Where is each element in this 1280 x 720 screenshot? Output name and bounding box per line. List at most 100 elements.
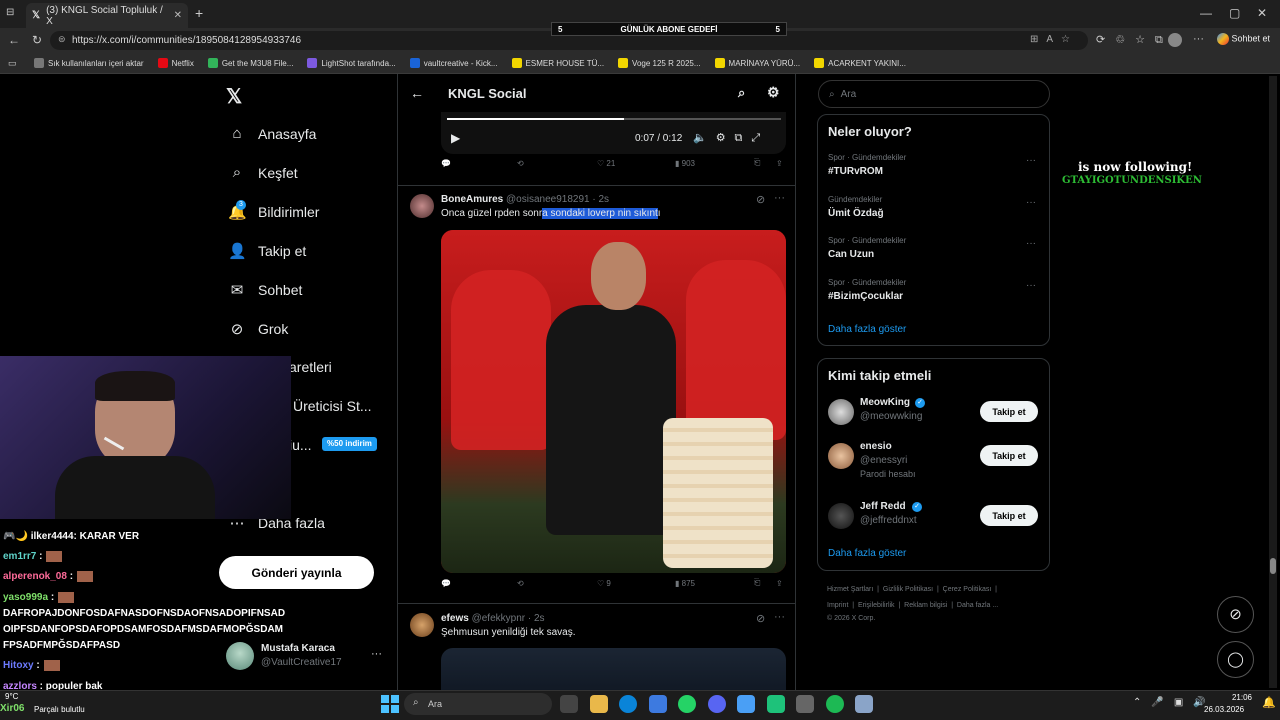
- maximize-icon[interactable]: ▢: [1229, 6, 1240, 20]
- footer-links[interactable]: Imprint | Erişilebilirlik | Reklam bilgi…: [827, 602, 998, 609]
- share-icon[interactable]: ⇪: [776, 579, 783, 588]
- site-info-icon[interactable]: ⊜: [58, 34, 66, 45]
- avatar[interactable]: [828, 399, 854, 425]
- post-item[interactable]: efews @efekkypnr · 2s ⊘ ··· Şehmusun yen…: [398, 604, 795, 699]
- notification-bell-icon[interactable]: 🔔: [1262, 696, 1276, 709]
- suggested-user-handle[interactable]: @meowwking: [860, 411, 922, 422]
- steam-icon[interactable]: [796, 695, 814, 713]
- browser-tab[interactable]: 𝕏 (3) KNGL Social Topluluk / X ✕: [26, 3, 188, 28]
- edge-icon[interactable]: [619, 695, 637, 713]
- trend-item[interactable]: Can Uzun: [828, 249, 874, 260]
- discord-icon[interactable]: [707, 695, 726, 713]
- more-icon[interactable]: ···: [1026, 155, 1036, 166]
- new-tab-icon[interactable]: +: [195, 5, 203, 21]
- sidebar-item-8[interactable]: iu...: [289, 437, 312, 453]
- bookmark-item[interactable]: LightShot tarafında...: [307, 58, 396, 68]
- search-icon[interactable]: ⌕: [738, 85, 745, 101]
- avatar[interactable]: [828, 443, 854, 469]
- scrollbar-thumb[interactable]: [1270, 558, 1276, 574]
- messages-float-icon[interactable]: ◯: [1217, 641, 1254, 678]
- tab-actions-icon[interactable]: ⊟: [6, 7, 14, 18]
- clock-date[interactable]: 26.03.2026: [1204, 705, 1244, 714]
- more-icon[interactable]: ···: [1026, 197, 1036, 208]
- reply-icon[interactable]: 💬: [441, 159, 451, 168]
- bookmark-item[interactable]: Sık kullanılanları içeri aktar: [34, 58, 144, 68]
- views-icon[interactable]: ▮ 903: [675, 159, 695, 168]
- taskbar-search[interactable]: ⌕ Ara: [404, 693, 552, 715]
- like-icon[interactable]: ♡ 9: [597, 579, 611, 588]
- mail-icon[interactable]: [648, 695, 667, 713]
- weather-temp[interactable]: 9°C: [5, 692, 18, 701]
- bookmark-item[interactable]: ACARKENT YAKINI...: [814, 58, 906, 68]
- post-author[interactable]: efews: [441, 613, 469, 624]
- repost-icon[interactable]: ⟲: [517, 579, 524, 588]
- sidebar-item-7[interactable]: Üreticisi St...: [293, 398, 372, 414]
- follow-button[interactable]: Takip et: [980, 445, 1038, 466]
- scrollbar[interactable]: [1269, 76, 1277, 688]
- refresh-icon[interactable]: ↻: [32, 33, 42, 47]
- follow-button[interactable]: Takip et: [980, 401, 1038, 422]
- sidebar-item-0[interactable]: ⌂ Anasayfa: [228, 125, 316, 143]
- file-explorer-icon[interactable]: [589, 695, 608, 713]
- avatar[interactable]: [410, 194, 434, 218]
- clock-time[interactable]: 21:06: [1218, 693, 1252, 702]
- suggested-user-name[interactable]: enesio: [860, 441, 892, 452]
- suggested-user-name[interactable]: Jeff Redd: [860, 501, 906, 512]
- trend-item[interactable]: Ümit Özdağ: [828, 208, 884, 219]
- bookmark-item[interactable]: Voge 125 R 2025...: [618, 58, 701, 68]
- post-image[interactable]: [441, 230, 786, 573]
- address-actions-icon[interactable]: ⊞A☆: [1030, 34, 1078, 45]
- post-handle[interactable]: @osisanee918291: [506, 194, 590, 205]
- trend-item[interactable]: #TURvROM: [828, 166, 883, 177]
- gear-icon[interactable]: ⚙: [767, 84, 780, 101]
- more-menu-icon[interactable]: ···: [1193, 33, 1204, 45]
- video-progress-track[interactable]: [447, 118, 781, 120]
- reply-icon[interactable]: 💬: [441, 579, 451, 588]
- grok-icon[interactable]: ⊘: [756, 193, 765, 206]
- x-logo-icon[interactable]: 𝕏: [226, 84, 242, 109]
- avatar[interactable]: [410, 613, 434, 637]
- share-icon[interactable]: ⇪: [776, 159, 783, 168]
- more-icon[interactable]: ···: [371, 648, 382, 660]
- close-tab-icon[interactable]: ✕: [174, 10, 182, 21]
- sidebar-item-1[interactable]: ⌕ Keşfet: [228, 164, 298, 182]
- back-icon[interactable]: ←: [8, 33, 20, 47]
- minimize-icon[interactable]: —: [1200, 6, 1212, 20]
- bookmark-item[interactable]: MARİNAYA YÜRÜ...: [714, 58, 800, 68]
- start-icon[interactable]: [381, 695, 399, 713]
- bookmark-item[interactable]: ESMER HOUSE TÜ...: [511, 58, 604, 68]
- back-arrow-icon[interactable]: ←: [410, 85, 424, 101]
- app-icon[interactable]: [766, 695, 785, 713]
- spotify-icon[interactable]: [825, 695, 844, 713]
- views-icon[interactable]: ▮ 875: [675, 579, 695, 588]
- like-icon[interactable]: ♡ 21: [597, 159, 615, 168]
- reading-list-icon[interactable]: ▭: [8, 58, 17, 69]
- post-author[interactable]: BoneAmures: [441, 194, 503, 205]
- trends-show-more[interactable]: Daha fazla göster: [828, 324, 906, 335]
- post-handle[interactable]: @efekkypnr: [472, 613, 526, 624]
- vpn-icon[interactable]: [737, 695, 755, 713]
- bookmark-item[interactable]: vaultcreative - Kick...: [409, 58, 498, 68]
- suggested-user-handle[interactable]: @jeffreddnxt: [860, 515, 917, 526]
- follow-button[interactable]: Takip et: [980, 505, 1038, 526]
- weather-desc[interactable]: Parçalı bulutlu: [34, 705, 85, 714]
- extension-icons[interactable]: ⟳♲☆⧉: [1096, 33, 1173, 47]
- more-icon[interactable]: ···: [1026, 238, 1036, 249]
- sidebar-item-3[interactable]: 👤 Takip et: [228, 242, 306, 260]
- who-show-more[interactable]: Daha fazla göster: [828, 548, 906, 559]
- whatsapp-icon[interactable]: [678, 695, 696, 713]
- more-icon[interactable]: ···: [1026, 280, 1036, 291]
- sidebar-item-4[interactable]: ✉ Sohbet: [228, 281, 303, 299]
- post-item[interactable]: BoneAmures @osisanee918291 · 2s ⊘ ··· On…: [398, 186, 795, 604]
- footer-links[interactable]: Hizmet Şartları | Gizlilik Politikası | …: [827, 586, 997, 593]
- suggested-user-name[interactable]: MeowKing: [860, 397, 910, 408]
- bookmark-icon[interactable]: ⎗: [754, 158, 760, 168]
- settings-icon[interactable]: [855, 695, 873, 713]
- bookmark-item[interactable]: Netflix: [157, 58, 194, 68]
- avatar[interactable]: [828, 503, 854, 529]
- close-window-icon[interactable]: ✕: [1257, 6, 1267, 20]
- grok-float-icon[interactable]: ⊘: [1217, 596, 1254, 633]
- sidebar-item-5[interactable]: ⊘ Grok: [228, 320, 289, 338]
- repost-icon[interactable]: ⟲: [517, 159, 524, 168]
- video-controls-icons[interactable]: 🔈⚙⧉⤢: [693, 131, 769, 145]
